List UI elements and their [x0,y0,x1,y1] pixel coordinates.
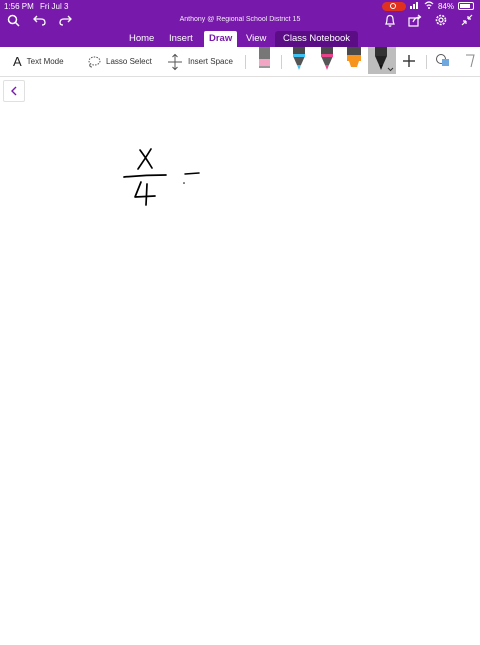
ink-to-shape-icon[interactable] [460,47,480,74]
gear-icon[interactable] [433,12,449,28]
screen-record-icon[interactable] [381,1,406,11]
text-mode-button[interactable]: A Text Mode [13,47,64,76]
insert-space-button[interactable]: Insert Space [167,47,233,76]
highlighter-orange-tool[interactable] [344,47,364,74]
text-mode-label: Text Mode [26,57,64,66]
pen-blue-tool[interactable] [289,47,309,74]
handwritten-math-ink [123,148,200,206]
status-time: 1:56 PM [4,2,34,11]
app-header: 1:56 PM Fri Jul 3 84% Anthony @ Regional… [0,0,480,47]
share-icon[interactable] [407,12,423,28]
ribbon-tabs: Home Insert Draw View Class Notebook [0,31,480,47]
text-mode-icon: A [13,54,22,69]
tab-draw[interactable]: Draw [204,31,238,47]
battery-icon [458,2,474,10]
insert-space-label: Insert Space [188,57,233,66]
eraser-tool[interactable] [255,47,275,74]
pen-black-tool[interactable] [368,47,396,74]
signal-icon [409,1,420,11]
wifi-icon [424,1,434,11]
lasso-icon [87,56,101,68]
lasso-select-button[interactable]: Lasso Select [87,47,152,76]
shapes-icon[interactable] [433,47,453,74]
status-indicators: 84% [381,1,474,11]
ribbon-divider [245,55,246,69]
draw-ribbon: A Text Mode Lasso Select Insert Space [0,47,480,77]
collapse-icon[interactable] [459,12,475,28]
ribbon-divider [426,55,427,69]
add-pen-button[interactable] [399,47,419,74]
bell-icon[interactable] [382,12,398,28]
insert-space-icon [167,53,183,71]
lasso-select-label: Lasso Select [106,57,152,66]
page-canvas[interactable] [0,77,480,640]
battery-percent: 84% [437,1,454,11]
tab-view[interactable]: View [246,31,266,47]
tab-insert[interactable]: Insert [169,31,193,47]
tab-class-notebook[interactable]: Class Notebook [275,31,359,47]
tab-home[interactable]: Home [129,31,154,47]
pen-pink-tool[interactable] [317,47,337,74]
ribbon-divider [281,55,282,69]
status-date: Fri Jul 3 [40,2,69,11]
